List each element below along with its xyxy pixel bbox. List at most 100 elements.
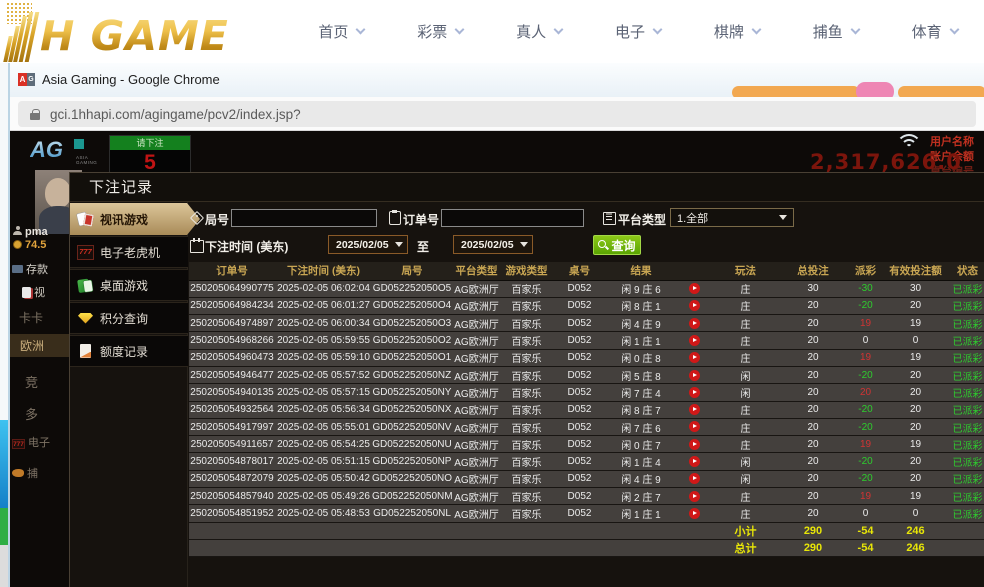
chevron-down-icon — [850, 25, 860, 35]
chevron-down-icon — [554, 25, 564, 35]
subtotal-status-cell — [948, 522, 984, 539]
replay-play-icon[interactable] — [689, 318, 700, 329]
column-header: 平台类型 — [452, 262, 501, 280]
nav-item-label: 首页 — [318, 21, 348, 42]
menu-item-electronic-slots[interactable]: 电子老虎机 — [70, 236, 188, 268]
bet-time-cell: 2025-02-05 05:48:53 — [275, 505, 372, 522]
table-body: 2502050649907752025-02-05 06:02:04GD0522… — [189, 280, 984, 557]
user-balance: 74.5 — [13, 239, 46, 251]
nav-item-sports[interactable]: 体育 — [885, 0, 984, 63]
order-id-cell: 250205054932564 — [189, 401, 275, 418]
person-icon — [13, 226, 22, 235]
platform-type-cell: AG欧洲厅 — [452, 297, 501, 314]
replay-cell — [675, 436, 713, 453]
play-type-cell: 庄 — [713, 349, 778, 366]
nav-item-lottery[interactable]: 彩票 — [391, 0, 490, 63]
payout-cell: 19 — [848, 488, 883, 505]
game-type-cell: 百家乐 — [501, 349, 552, 366]
search-button[interactable]: 查询 — [593, 235, 641, 255]
total-row: 总计290-54246 — [189, 539, 984, 556]
payout-cell: -20 — [848, 453, 883, 470]
order-id-cell: 250205054851952 — [189, 505, 275, 522]
table-id-cell: D052 — [552, 297, 607, 314]
to-label: 至 — [417, 238, 429, 255]
chevron-down-icon — [653, 25, 663, 35]
status-cell: 已派彩 — [948, 280, 984, 297]
bet-time-cell: 2025-02-05 05:54:25 — [275, 436, 372, 453]
subtotal-valid-bet-cell: 246 — [883, 522, 948, 539]
nav-item-live[interactable]: 真人 — [490, 0, 589, 63]
cards-icon — [77, 212, 94, 227]
nav-item-slots[interactable]: 电子 — [589, 0, 688, 63]
nav-item-fishing[interactable]: 捕鱼 — [786, 0, 885, 63]
slot-777-icon — [77, 245, 94, 260]
menu-item-live-video[interactable]: 视讯游戏 — [70, 203, 200, 235]
round-id-input[interactable] — [231, 209, 377, 227]
column-header: 结果 — [607, 262, 675, 280]
background-banner-blob — [732, 86, 860, 97]
deposit-link[interactable]: 存款 — [12, 261, 48, 277]
replay-play-icon[interactable] — [689, 491, 700, 502]
bet-records-modal: 下注记录 视讯游戏电子老虎机桌面游戏积分查询额度记录 局号 订单号 平台类型 1… — [69, 172, 984, 587]
table-id-cell: D052 — [552, 280, 607, 297]
table-id-cell: D052 — [552, 384, 607, 401]
nav-item-chess[interactable]: 棋牌 — [687, 0, 786, 63]
platform-type-cell: AG欧洲厅 — [452, 332, 501, 349]
column-header: 局号 — [372, 262, 452, 280]
date-from-select[interactable]: 2025/02/05 — [328, 235, 408, 254]
total-bet-cell: 20 — [778, 384, 848, 401]
platform-type-select[interactable]: 1.全部 — [670, 208, 794, 227]
background-banner-blob — [898, 86, 984, 97]
replay-play-icon[interactable] — [689, 439, 700, 450]
replay-play-icon[interactable] — [689, 335, 700, 346]
platform-list-icon — [603, 211, 616, 224]
payout-cell: 0 — [848, 505, 883, 522]
replay-play-icon[interactable] — [689, 421, 700, 432]
valid-bet-cell: 20 — [883, 384, 948, 401]
status-cell: 已派彩 — [948, 470, 984, 487]
table-id-cell: D052 — [552, 349, 607, 366]
order-id-cell: 250205054872079 — [189, 470, 275, 487]
replay-play-icon[interactable] — [689, 404, 700, 415]
replay-play-icon[interactable] — [689, 456, 700, 467]
replay-play-icon[interactable] — [689, 283, 700, 294]
result-cell: 闲 8 庄 7 — [607, 401, 675, 418]
play-type-cell: 闲 — [713, 453, 778, 470]
bet-records-table: 订单号下注时间 (美东)局号平台类型游戏类型桌号结果玩法总投注派彩有效投注额状态… — [189, 262, 984, 557]
replay-play-icon[interactable] — [689, 370, 700, 381]
replay-play-icon[interactable] — [689, 300, 700, 311]
valid-bet-cell: 19 — [883, 315, 948, 332]
replay-play-icon[interactable] — [689, 508, 700, 519]
table-id-cell: D052 — [552, 505, 607, 522]
valid-bet-cell: 20 — [883, 401, 948, 418]
replay-play-icon[interactable] — [689, 473, 700, 484]
play-type-cell: 庄 — [713, 297, 778, 314]
fish-icon — [12, 469, 24, 477]
play-type-cell: 闲 — [713, 384, 778, 401]
payout-cell: 19 — [848, 349, 883, 366]
replay-cell — [675, 418, 713, 435]
result-cell: 闲 1 庄 1 — [607, 332, 675, 349]
game-type-cell: 百家乐 — [501, 453, 552, 470]
menu-item-credit-records[interactable]: 额度记录 — [70, 335, 188, 367]
address-bar[interactable]: gci.1hhapi.com/agingame/pcv2/index.jsp? — [18, 101, 976, 127]
replay-cell — [675, 332, 713, 349]
game-type-cell: 百家乐 — [501, 332, 552, 349]
subtotal-platform-type-cell — [452, 522, 501, 539]
table-row: 2502050549464772025-02-05 05:57:52GD0522… — [189, 366, 984, 383]
replay-play-icon[interactable] — [689, 387, 700, 398]
table-row: 2502050649842342025-02-05 06:01:27GD0522… — [189, 297, 984, 314]
replay-cell — [675, 366, 713, 383]
menu-item-table-games[interactable]: 桌面游戏 — [70, 269, 188, 301]
date-to-select[interactable]: 2025/02/05 — [453, 235, 533, 254]
replay-play-icon[interactable] — [689, 352, 700, 363]
menu-item-points-query[interactable]: 积分查询 — [70, 302, 188, 334]
status-cell: 已派彩 — [948, 488, 984, 505]
order-id-input[interactable] — [441, 209, 584, 227]
window-titlebar[interactable]: AG Asia Gaming - Google Chrome — [10, 63, 984, 97]
chevron-down-icon — [356, 25, 366, 35]
nav-item-home[interactable]: 首页 — [292, 0, 391, 63]
replay-cell — [675, 401, 713, 418]
subtotal-round-id-cell — [372, 522, 452, 539]
order-id-cell: 250205054878017 — [189, 453, 275, 470]
